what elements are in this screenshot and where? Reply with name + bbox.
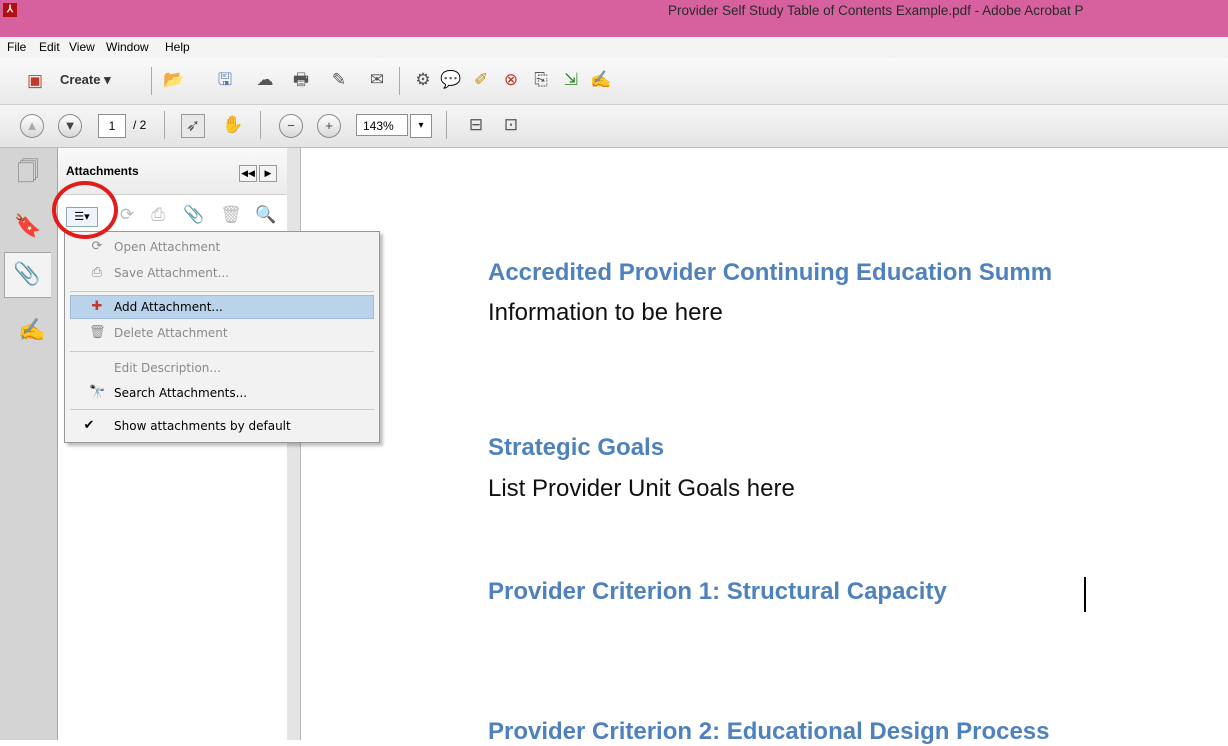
menu-item-delete-attachment[interactable]: 🗑 Delete Attachment — [65, 322, 379, 344]
document-heading: Provider Criterion 2: Educational Design… — [488, 718, 1050, 745]
create-button[interactable]: Create ▾ — [60, 72, 111, 88]
create-pdf-icon[interactable]: ▣ — [24, 70, 46, 92]
acrobat-app-icon[interactable]: ⅄ — [3, 3, 17, 17]
panel-title: Attachments — [66, 164, 139, 178]
compare-pdf-icon[interactable]: ⎘ — [530, 69, 552, 91]
highlight-text-icon[interactable]: ✐ — [470, 69, 492, 91]
trash-icon: 🗑 — [89, 325, 106, 340]
menu-help[interactable]: Help — [165, 39, 190, 56]
export-pdf-icon[interactable]: ⇲ — [560, 69, 582, 91]
select-tool-icon[interactable]: ➶ — [181, 114, 205, 138]
signatures-icon[interactable]: ✍ — [18, 316, 46, 344]
document-heading: Provider Criterion 1: Structural Capacit… — [488, 578, 947, 605]
panel-options-icon[interactable]: ▶ — [259, 165, 277, 182]
paperclip-icon: 📎 — [13, 261, 41, 286]
menu-separator — [70, 351, 374, 352]
main-toolbar: ▣ Create ▾ 📂 🖫 ☁ 🖶 ✎ ✉ ⚙ 💬 ✐ ⊗ ⎘ ⇲ ✍ — [0, 58, 1228, 105]
remove-pdf-icon[interactable]: ⊗ — [500, 69, 522, 91]
toolbar-separator — [164, 111, 165, 139]
menu-view[interactable]: View — [69, 39, 95, 56]
menu-file[interactable]: File — [7, 39, 26, 56]
toolbar-separator — [399, 67, 400, 95]
bookmarks-icon[interactable]: 🔖 — [14, 212, 42, 240]
page-total-label: / 2 — [133, 118, 147, 132]
save-attachment-icon[interactable]: ⎙ — [147, 204, 169, 226]
page-number-input[interactable]: 1 — [98, 114, 126, 138]
save-icon[interactable]: 🖫 — [214, 69, 236, 91]
menu-item-edit-description[interactable]: Edit Description... — [65, 357, 379, 379]
zoom-level-input[interactable]: 143% — [356, 114, 408, 136]
fit-page-icon[interactable]: ⊟ — [465, 114, 487, 136]
open-attachment-icon: ⟳ — [91, 239, 103, 254]
menu-separator — [70, 291, 374, 292]
delete-attachment-icon[interactable]: 🗑 — [220, 204, 242, 226]
toolbar-separator — [260, 111, 261, 139]
toolbar-separator — [151, 67, 152, 95]
menu-item-label: Save Attachment... — [114, 266, 230, 280]
cloud-upload-icon[interactable]: ☁ — [254, 69, 276, 91]
menu-item-open-attachment[interactable]: ⟳ Open Attachment — [65, 236, 379, 258]
menu-item-add-attachment[interactable]: ✚ Add Attachment... — [70, 295, 374, 319]
binoculars-icon: 🔭 — [89, 385, 106, 400]
page-thumbnails-icon[interactable]: 🗍 — [14, 158, 42, 186]
print-icon[interactable]: 🖶 — [290, 69, 312, 91]
menu-item-show-attachments-default[interactable]: ✔ Show attachments by default — [65, 415, 379, 437]
full-screen-icon[interactable]: ⊡ — [500, 114, 522, 136]
zoom-dropdown-arrow[interactable]: ▾ — [410, 114, 432, 138]
open-attachment-icon[interactable]: ⟳ — [116, 204, 138, 226]
menu-item-label: Delete Attachment — [114, 326, 228, 340]
menu-separator — [70, 409, 374, 410]
document-view[interactable] — [301, 148, 1228, 740]
add-attachment-icon[interactable]: 📎 — [183, 204, 205, 226]
comment-icon[interactable]: 💬 — [440, 69, 462, 91]
window-title: Provider Self Study Table of Contents Ex… — [668, 3, 1084, 18]
next-page-button[interactable]: ▼ — [58, 114, 82, 138]
hand-tool-icon[interactable]: ✋ — [222, 114, 244, 136]
zoom-out-button[interactable]: − — [279, 114, 303, 138]
zoom-in-button[interactable]: + — [317, 114, 341, 138]
attachments-tab[interactable]: 📎 — [4, 252, 51, 298]
previous-page-button[interactable]: ▲ — [20, 114, 44, 138]
menu-bar: File Edit View Window Help — [0, 37, 1228, 58]
menu-item-label: Add Attachment... — [114, 300, 223, 314]
email-icon[interactable]: ✉ — [366, 69, 388, 91]
open-folder-icon[interactable]: 📂 — [163, 69, 185, 91]
checkmark-icon: ✔ — [83, 418, 95, 433]
collapse-panel-icon[interactable]: ◀◀ — [239, 165, 257, 182]
document-text: List Provider Unit Goals here — [488, 475, 795, 502]
search-attachments-icon[interactable]: 🔍 — [255, 204, 277, 226]
document-heading: Strategic Goals — [488, 434, 665, 461]
document-text: Information to be here — [488, 299, 723, 326]
menu-window[interactable]: Window — [106, 39, 149, 56]
save-attachment-icon: ⎙ — [91, 265, 103, 280]
text-cursor — [1084, 577, 1086, 612]
edit-document-icon[interactable]: ✎ — [328, 69, 350, 91]
menu-item-label: Open Attachment — [114, 240, 221, 254]
navigation-pane-strip: 🗍 🔖 — [0, 148, 58, 740]
attachment-options-menu: ⟳ Open Attachment ⎙ Save Attachment... ✚… — [64, 231, 380, 443]
menu-edit[interactable]: Edit — [39, 39, 60, 56]
navigation-toolbar: ▲ ▼ 1 / 2 ➶ ✋ − + 143% ▾ ⊟ ⊡ — [0, 105, 1228, 148]
menu-item-save-attachment[interactable]: ⎙ Save Attachment... — [65, 262, 379, 284]
menu-item-label: Show attachments by default — [114, 419, 291, 433]
toolbar-separator — [446, 111, 447, 139]
menu-item-label: Edit Description... — [114, 361, 221, 375]
add-attachment-icon: ✚ — [91, 299, 103, 314]
document-heading: Accredited Provider Continuing Education… — [488, 259, 1053, 286]
menu-item-search-attachments[interactable]: 🔭 Search Attachments... — [65, 382, 379, 404]
red-annotation-circle — [52, 181, 118, 239]
settings-icon[interactable]: ⚙ — [412, 69, 434, 91]
sign-pdf-icon[interactable]: ✍ — [590, 69, 612, 91]
menu-item-label: Search Attachments... — [114, 386, 248, 400]
